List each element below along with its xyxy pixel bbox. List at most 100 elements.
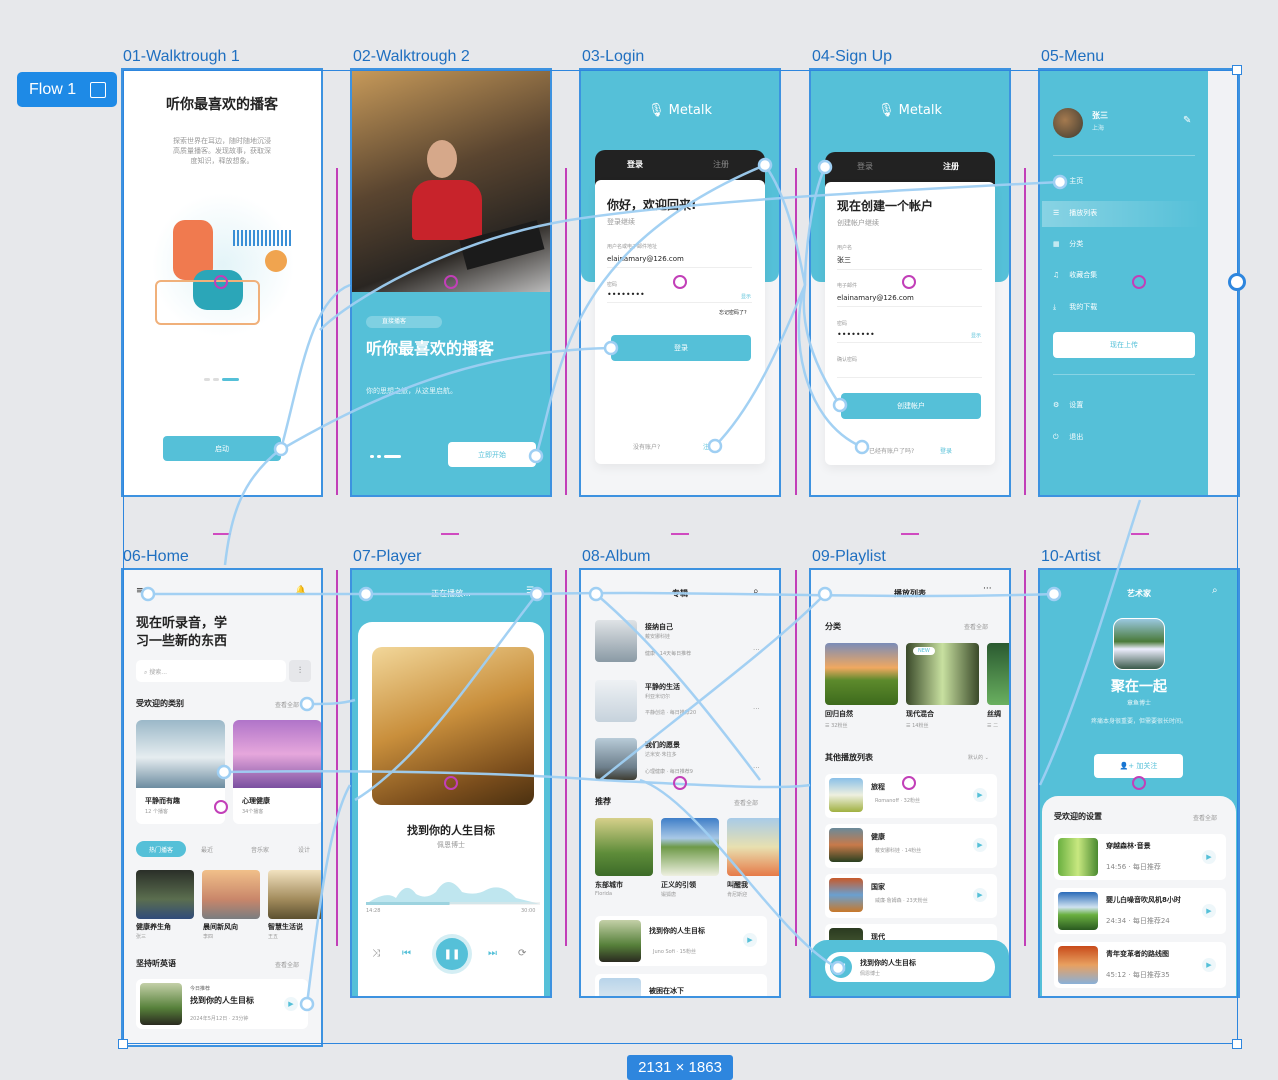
frame-label[interactable]: 03-Login: [582, 48, 644, 66]
start-button[interactable]: 启动: [163, 436, 281, 461]
frame-artist[interactable]: 艺术家 ⌕ 聚在一起 章鱼博士 疼痛本身很重要，但需要很长时间。 👤+ 加关注 …: [1038, 568, 1240, 998]
shuffle-icon[interactable]: ⤨: [372, 948, 380, 959]
category-card[interactable]: 平静而有趣 12 个播客: [136, 720, 225, 824]
resize-handle[interactable]: [1232, 65, 1242, 75]
more-icon[interactable]: ···: [983, 584, 992, 594]
show-password[interactable]: 显示: [741, 293, 751, 300]
category-thumb[interactable]: [825, 643, 898, 705]
frame-label[interactable]: 02-Walktrough 2: [353, 48, 470, 66]
next-icon[interactable]: ⏭: [488, 948, 497, 959]
frame-signup[interactable]: 🎙 Metalk 登录 注册 现在创建一个帐户 创建帐户继续 用户名 张三 电子…: [809, 68, 1011, 497]
playlist-item[interactable]: 旅程 Romanoff · 32粉丝 ▶: [825, 774, 997, 818]
frame-player[interactable]: 正在播放... ☰ 找到你的人生目标 佩恩博士 14:28 30:00 ⤨ ⏮ …: [350, 568, 552, 998]
search-input[interactable]: ⌕ 搜索...: [136, 660, 286, 682]
tab-signup[interactable]: 注册: [713, 159, 729, 170]
see-all-link[interactable]: 查看全部: [734, 798, 758, 807]
menu-item-category[interactable]: ▦ 分类: [1053, 239, 1083, 249]
login-link[interactable]: 登录: [940, 446, 952, 455]
see-all-link[interactable]: 查看全部: [1193, 813, 1217, 822]
see-all-link[interactable]: 查看全部: [275, 700, 299, 709]
flow-connection-handle[interactable]: [1228, 273, 1246, 291]
filter-button[interactable]: ⫶: [289, 660, 311, 682]
create-account-button[interactable]: 创建帐户: [841, 393, 981, 419]
recommend-thumb[interactable]: [595, 818, 653, 876]
email-input[interactable]: elainamary@126.com: [607, 255, 752, 268]
login-button[interactable]: 登录: [611, 335, 751, 361]
follow-button[interactable]: 👤+ 加关注: [1094, 754, 1183, 778]
playlist-item[interactable]: 健康 戴安娜科娃 · 14粉丝 ▶: [825, 824, 997, 868]
frame-label[interactable]: 09-Playlist: [812, 548, 886, 566]
playlist-item[interactable]: 国家 威廉·詹姆森 · 23天粉丝 ▶: [825, 874, 997, 918]
menu-item-settings[interactable]: ⚙ 设置: [1053, 400, 1083, 410]
tab-hot[interactable]: 热门播客: [136, 841, 186, 857]
bell-icon[interactable]: 🔔: [295, 586, 306, 596]
menu-item-collection[interactable]: ♫ 收藏合集: [1053, 270, 1097, 280]
playlist-icon[interactable]: ☰: [526, 586, 534, 596]
tab-signup[interactable]: 注册: [943, 161, 959, 172]
password-input[interactable]: ••••••••: [607, 290, 752, 303]
frame-label[interactable]: 08-Album: [582, 548, 650, 566]
track-item[interactable]: 被困在冰下: [595, 974, 767, 996]
menu-item-download[interactable]: ⤓ 我的下载: [1053, 302, 1097, 312]
see-all-link[interactable]: 查看全部: [275, 960, 299, 969]
pause-button[interactable]: ❚❚: [436, 938, 468, 970]
frame-label[interactable]: 05-Menu: [1041, 48, 1104, 66]
mini-player[interactable]: ❚❚ 找到你的人生目标 佩恩博士: [825, 952, 995, 982]
see-all-link[interactable]: 查看全部: [964, 622, 988, 631]
track-item[interactable]: 穿越森林·音景 14:56 · 每日推荐 ▶: [1054, 834, 1226, 880]
email-label: 用户名或电子邮件地址: [607, 244, 658, 250]
username-input[interactable]: 张三: [837, 255, 982, 270]
search-icon[interactable]: ⌕: [1212, 585, 1218, 596]
track-item[interactable]: 婴儿白噪音吹风机8小时 24:34 · 每日推荐24 ▶: [1054, 888, 1226, 934]
podcast-thumb[interactable]: [202, 870, 260, 919]
confirm-password-input[interactable]: 确认密码: [837, 356, 982, 378]
password-input[interactable]: ••••••••: [837, 330, 982, 343]
category-card[interactable]: 心理健康 34个播客: [233, 720, 321, 824]
frame-walkthrough-1[interactable]: 听你最喜欢的播客 探索世界在耳边，随时随地沉浸 高质量播客。发现故事，获取深 度…: [121, 68, 323, 497]
edit-icon[interactable]: ✎: [1183, 115, 1191, 126]
frame-label[interactable]: 06-Home: [123, 548, 189, 566]
frame-playlist[interactable]: 播放列表 ··· 分类 查看全部 NEW 回归自然 ☰ 32粉丝 现代混合 ☰ …: [809, 568, 1011, 998]
tab-login[interactable]: 登录: [627, 159, 643, 170]
frame-menu[interactable]: 张三 上海 ✎ ⌂ 主页 ☰ 播放列表 ▦ 分类 ♫ 收藏合集 ⤓ 我的下载 现…: [1038, 68, 1240, 497]
tab-musician[interactable]: 音乐家: [251, 845, 269, 854]
frame-label[interactable]: 07-Player: [353, 548, 421, 566]
frame-home[interactable]: ≡ 🔔 现在听录音，学 习一些新的东西 ⌕ 搜索... ⫶ 受欢迎的类别 查看全…: [121, 568, 323, 1047]
search-icon[interactable]: ⌕: [753, 586, 759, 597]
upload-button[interactable]: 现在上传: [1053, 332, 1195, 358]
frame-label[interactable]: 04-Sign Up: [812, 48, 892, 66]
resize-handle[interactable]: [1232, 1039, 1242, 1049]
menu-item-home[interactable]: ⌂ 主页: [1053, 176, 1083, 186]
podcast-thumb[interactable]: [268, 870, 321, 919]
previous-icon[interactable]: ⏮: [402, 948, 411, 959]
repeat-icon[interactable]: ⟳: [518, 948, 526, 959]
show-password[interactable]: 显示: [971, 332, 981, 339]
frame-label[interactable]: 01-Walktrough 1: [123, 48, 240, 66]
email-input[interactable]: elainamary@126.com: [837, 294, 982, 307]
frame-login[interactable]: 🎙 Metalk 登录 注册 你好，欢迎回来! 登录继续 用户名或电子邮件地址 …: [579, 68, 781, 497]
track-item[interactable]: 青年变革者的路线图 45:12 · 每日推荐35 ▶: [1054, 942, 1226, 988]
avatar[interactable]: [1053, 108, 1083, 138]
recommend-thumb[interactable]: [661, 818, 719, 876]
play-icon[interactable]: ▶: [284, 997, 298, 1011]
tab-recent[interactable]: 最近: [201, 845, 213, 854]
sort-dropdown[interactable]: 默认的 ⌄: [968, 754, 989, 761]
podcast-thumb[interactable]: [136, 870, 194, 919]
forgot-password-link[interactable]: 忘记密码了?: [719, 309, 747, 316]
frame-label[interactable]: 10-Artist: [1041, 548, 1101, 566]
start-now-button[interactable]: 立即开始: [448, 442, 536, 467]
today-card[interactable]: 今日推荐 找到你的人生目标 2024年5月12日 · 23分钟 ▶: [136, 979, 308, 1029]
track-item[interactable]: 找到你的人生目标 Juno Sofi · 15粉丝 ▶: [595, 916, 767, 966]
menu-item-logout[interactable]: ⏻ 退出: [1053, 432, 1083, 442]
signup-link[interactable]: 注册: [703, 442, 715, 451]
tab-design[interactable]: 设计: [298, 845, 310, 854]
category-thumb[interactable]: [987, 643, 1009, 705]
tab-login[interactable]: 登录: [857, 161, 873, 172]
menu-item-playlist[interactable]: ☰ 播放列表: [1053, 208, 1097, 218]
resize-handle[interactable]: [118, 1039, 128, 1049]
frame-walkthrough-2[interactable]: 直接播客 听你最喜欢的播客 你的思想之旅，从这里启航。 立即开始: [350, 68, 552, 497]
menu-icon[interactable]: ≡: [136, 586, 144, 596]
recommend-thumb[interactable]: [727, 818, 779, 876]
flow-button[interactable]: Flow 1: [17, 72, 117, 107]
frame-album[interactable]: 专辑 ⌕ 接纳自己 戴安娜科娃 健康 · 14天每日推荐 ··· 平静的生活 利…: [579, 568, 781, 998]
